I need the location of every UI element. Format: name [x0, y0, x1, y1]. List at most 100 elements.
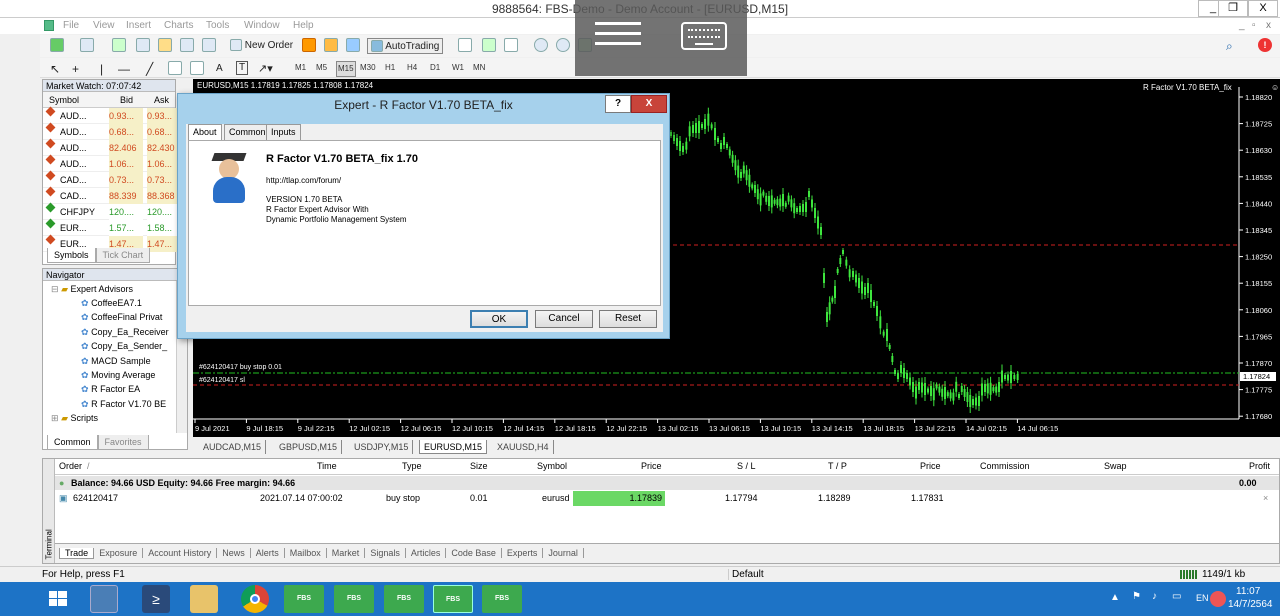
col-sl[interactable]: S / L	[737, 461, 756, 471]
tab-favorites[interactable]: Favorites	[97, 435, 149, 450]
clock-time[interactable]: 11:07	[1236, 586, 1260, 597]
zoom-out-icon[interactable]	[556, 38, 570, 54]
timeframe-m15[interactable]: M15	[336, 61, 356, 77]
order-close-icon[interactable]: ×	[1263, 491, 1268, 506]
trendline-icon[interactable]: ╱	[146, 61, 153, 77]
text-tool[interactable]: A	[216, 61, 223, 77]
tray-volume-icon[interactable]: ♪	[1152, 591, 1157, 602]
data-window-icon[interactable]	[136, 38, 150, 54]
expert-item[interactable]: ✿ Copy_Ea_Receiver	[81, 326, 169, 338]
terminal-tab-alerts[interactable]: Alerts	[250, 548, 285, 558]
col-profit[interactable]: Profit	[1249, 461, 1270, 471]
chart-tab-xauusd[interactable]: XAUUSD,H4	[493, 440, 554, 454]
arrows-icon[interactable]: ↗▾	[258, 61, 273, 77]
bar-chart-icon[interactable]	[458, 38, 472, 54]
timeframe-w1[interactable]: W1	[452, 61, 464, 75]
collapse-icon[interactable]: ⊟	[51, 284, 59, 294]
keyboard-icon[interactable]	[681, 22, 727, 50]
terminal-tab-signals[interactable]: Signals	[365, 548, 406, 558]
terminal-tab-news[interactable]: News	[217, 548, 251, 558]
tray-display-icon[interactable]: ▭	[1172, 591, 1181, 602]
new-order-button[interactable]: New Order	[230, 38, 293, 54]
reset-button[interactable]: Reset	[599, 310, 657, 328]
market-watch-row[interactable]: EUR... 1.57... 1.58...	[43, 218, 177, 236]
col-size[interactable]: Size	[470, 461, 488, 471]
fbs-app-icon-4[interactable]: FBS	[433, 585, 473, 613]
inner-minimize-button[interactable]: _	[1239, 20, 1245, 31]
channel-icon[interactable]	[168, 61, 182, 77]
tray-network-icon[interactable]: ⚑	[1132, 591, 1141, 602]
tree-expert-advisors[interactable]: ⊟ ▰ Expert Advisors	[51, 283, 133, 295]
clock-date[interactable]: 14/7/2564	[1228, 599, 1273, 610]
timeframe-h1[interactable]: H1	[385, 61, 395, 75]
menu-file[interactable]: File	[63, 20, 79, 31]
inner-close-button[interactable]: x	[1266, 20, 1271, 31]
expert-item[interactable]: ✿ R Factor EA	[81, 383, 140, 395]
fibonacci-icon[interactable]	[190, 61, 204, 77]
market-watch-row[interactable]: AUD... 0.93... 0.93...	[43, 106, 177, 124]
menu-help[interactable]: Help	[293, 20, 314, 31]
zoom-in-icon[interactable]	[534, 38, 548, 54]
server-manager-icon[interactable]	[90, 585, 118, 613]
dialog-tab-about[interactable]: About	[188, 124, 222, 141]
menu-tools[interactable]: Tools	[206, 20, 229, 31]
terminal-tab-journal[interactable]: Journal	[543, 548, 584, 558]
candlestick-icon[interactable]	[482, 38, 496, 54]
notification-icon[interactable]: !	[1258, 38, 1272, 52]
expert-item[interactable]: ✿ MACD Sample	[81, 355, 151, 367]
new-chart-icon[interactable]	[50, 38, 64, 54]
dialog-tab-inputs[interactable]: Inputs	[266, 124, 301, 140]
header-bid[interactable]: Bid	[120, 92, 133, 108]
col-order[interactable]: Order	[59, 461, 82, 471]
terminal-tab-market[interactable]: Market	[326, 548, 366, 558]
line-chart-icon[interactable]	[504, 38, 518, 54]
terminal-tab-exposure[interactable]: Exposure	[94, 548, 144, 558]
fbs-app-icon-1[interactable]: FBS	[284, 585, 324, 613]
timeframe-m30[interactable]: M30	[360, 61, 376, 75]
text-label-tool[interactable]: T	[236, 61, 249, 75]
col-price[interactable]: Price	[641, 461, 662, 471]
expert-item[interactable]: ✿ Moving Average	[81, 369, 155, 381]
header-ask[interactable]: Ask	[154, 92, 169, 108]
expand-icon[interactable]: ⊞	[51, 413, 59, 423]
profiles-icon[interactable]	[80, 38, 94, 54]
inner-restore-button[interactable]: ▫	[1252, 20, 1256, 31]
expert-item[interactable]: ✿ Copy_Ea_Sender_	[81, 340, 167, 352]
community-icon[interactable]	[346, 38, 360, 54]
col-time[interactable]: Time	[317, 461, 337, 471]
header-symbol[interactable]: Symbol	[49, 92, 79, 108]
tree-scripts[interactable]: ⊞ ▰ Scripts	[51, 412, 98, 424]
autotrading-button[interactable]: AutoTrading	[367, 38, 444, 54]
expert-item[interactable]: ✿ R Factor V1.70 BE	[81, 398, 166, 410]
expert-item[interactable]: ✿ CoffeeEA7.1	[81, 297, 142, 309]
timeframe-h4[interactable]: H4	[407, 61, 417, 75]
windows-start-icon[interactable]	[46, 585, 70, 613]
cursor-icon[interactable]: ↖	[50, 61, 60, 77]
terminal-tab-mailbox[interactable]: Mailbox	[284, 548, 327, 558]
menu-insert[interactable]: Insert	[126, 20, 151, 31]
market-watch-row[interactable]: AUD... 0.68... 0.68...	[43, 122, 177, 140]
expert-url[interactable]: http://tlap.com/forum/	[266, 176, 341, 185]
signals-icon[interactable]	[324, 38, 338, 54]
language-indicator[interactable]: EN	[1196, 593, 1209, 603]
strategy-tester-icon[interactable]	[202, 38, 216, 54]
market-watch-row[interactable]: AUD... 82.406 82.430	[43, 138, 177, 156]
crosshair-icon[interactable]: +	[72, 61, 79, 77]
menu-window[interactable]: Window	[244, 20, 280, 31]
tray-arrow-icon[interactable]: ▲	[1110, 592, 1120, 603]
dialog-close-button[interactable]: X	[631, 95, 667, 113]
market-watch-row[interactable]: AUD... 1.06... 1.06...	[43, 154, 177, 172]
tray-app-icon[interactable]	[1210, 591, 1226, 607]
maximize-button[interactable]: ❐	[1218, 0, 1248, 17]
terminal-tab-experts[interactable]: Experts	[501, 548, 544, 558]
powershell-icon[interactable]: ≥	[142, 585, 170, 613]
fbs-app-icon-3[interactable]: FBS	[384, 585, 424, 613]
chart-tab-usdjpy[interactable]: USDJPY,M15	[350, 440, 414, 454]
menu-view[interactable]: View	[93, 20, 115, 31]
horizontal-line-icon[interactable]: —	[118, 61, 130, 77]
file-explorer-icon[interactable]	[190, 585, 218, 613]
timeframe-mn[interactable]: MN	[473, 61, 485, 75]
terminal-tab-trade[interactable]: Trade	[59, 548, 95, 559]
col-swap[interactable]: Swap	[1104, 461, 1127, 471]
dialog-help-button[interactable]: ?	[605, 95, 631, 113]
